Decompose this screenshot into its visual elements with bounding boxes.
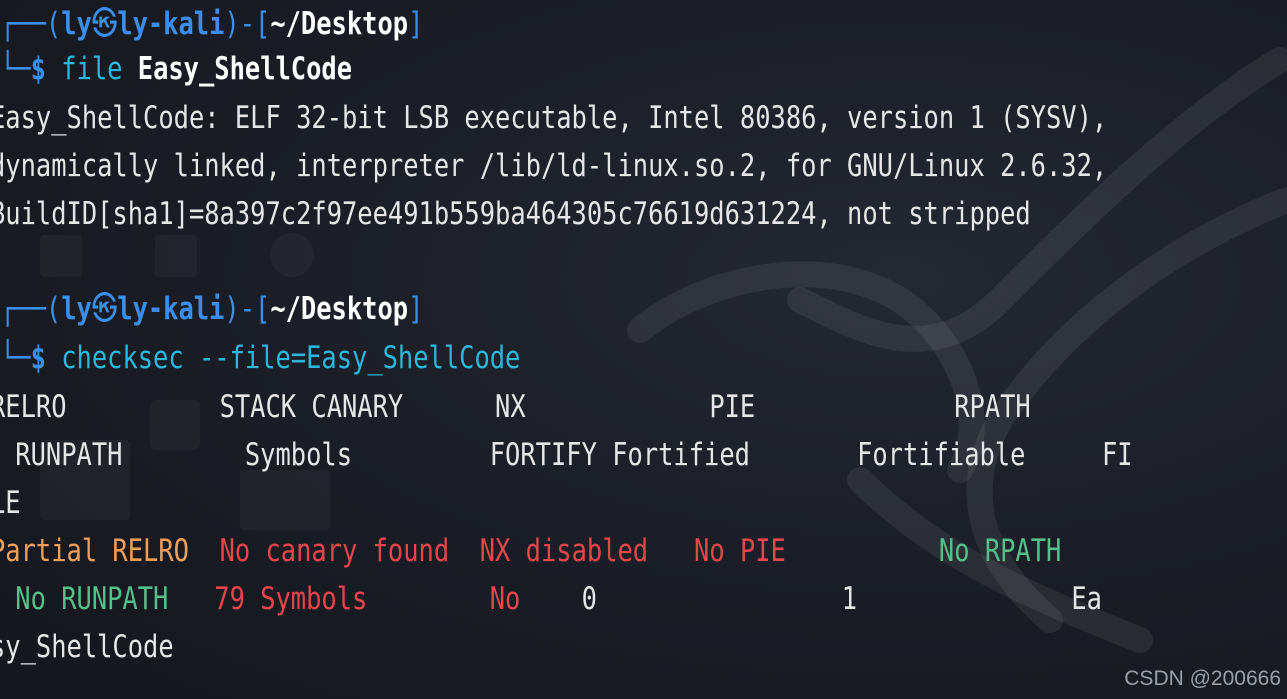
prompt-close-paren: ) — [224, 6, 240, 42]
checksec-values-row-1: Partial RELRO No canary found NX disable… — [0, 527, 1061, 575]
value-relro: Partial RELRO — [0, 533, 189, 569]
prompt-corner-bottom: └─ — [0, 340, 31, 376]
prompt-corner-top: ┌── — [0, 6, 46, 42]
prompt-user: ly — [61, 291, 92, 327]
prompt-dash-bracket: -[ — [239, 291, 271, 327]
header-symbols: Symbols — [244, 437, 353, 473]
checksec-values-row-3: sy_ShellCode — [0, 623, 174, 671]
prompt-host: ly-kali — [117, 6, 225, 42]
command-file-arg: Easy_ShellCode — [137, 51, 353, 87]
value-rpath: No RPATH — [938, 533, 1062, 569]
command-checksec: checksec --file=Easy_ShellCode — [61, 340, 521, 376]
header-rpath: RPATH — [954, 389, 1031, 425]
prompt-corner-bottom: └─ — [0, 51, 31, 87]
prompt-open-paren: ( — [45, 6, 62, 42]
value-file-part2: sy_ShellCode — [0, 629, 174, 665]
value-fortified: 0 — [581, 581, 597, 617]
prompt-bracket-close: ] — [408, 6, 424, 42]
header-fortifiable: Fortifiable — [857, 437, 1026, 473]
prompt-line-2-top: ┌──(ly㉿ly-kali)-[~/Desktop] — [0, 285, 423, 333]
prompt-at-icon: ㉿ — [91, 6, 118, 42]
header-pie: PIE — [709, 389, 756, 425]
file-output-line-3: BuildID[sha1]=8a397c2f97ee491b559ba46430… — [0, 196, 1031, 232]
header-relro: RELRO — [0, 389, 67, 425]
checksec-header-row-2: RUNPATH Symbols FORTIFY Fortified Fortif… — [0, 431, 1133, 479]
value-file-part1: Ea — [1071, 581, 1102, 617]
header-file-part2: LE — [0, 485, 21, 521]
file-output-line-1: Easy_ShellCode: ELF 32-bit LSB executabl… — [0, 100, 1108, 136]
value-runpath: No RUNPATH — [0, 581, 169, 617]
prompt-close-paren: ) — [224, 291, 240, 327]
prompt-dollar: $ — [30, 51, 46, 87]
value-fortify: No — [489, 581, 521, 617]
command-line-2[interactable]: └─$ checksec --file=Easy_ShellCode — [0, 334, 520, 382]
prompt-dollar: $ — [30, 340, 46, 376]
header-fortify: FORTIFY — [489, 437, 597, 473]
header-runpath: RUNPATH — [0, 437, 123, 473]
command-file: file — [61, 51, 123, 87]
value-nx: NX disabled — [479, 533, 649, 569]
csdn-watermark: CSDN @200666 — [1124, 667, 1281, 690]
prompt-path: ~/Desktop — [270, 291, 409, 327]
header-stack-canary: STACK CANARY — [219, 389, 404, 425]
command-line-1[interactable]: └─$ file Easy_ShellCode — [0, 45, 352, 93]
file-output-line-2: dynamically linked, interpreter /lib/ld-… — [0, 148, 1108, 184]
prompt-host: ly-kali — [117, 291, 225, 327]
header-file-part1: FI — [1101, 437, 1133, 473]
header-fortified: Fortified — [612, 437, 750, 473]
value-stack-canary: No canary found — [219, 533, 450, 569]
checksec-header-row-1: RELRO STACK CANARY NX PIE RPATH — [0, 383, 1031, 431]
prompt-at-icon: ㉿ — [91, 291, 118, 327]
prompt-user: ly — [61, 6, 92, 42]
terminal-window[interactable]: ┌──(ly㉿ly-kali)-[~/Desktop] └─$ file Eas… — [0, 0, 1287, 699]
value-symbols: 79 Symbols — [214, 581, 368, 617]
prompt-bracket-close: ] — [408, 291, 424, 327]
checksec-values-row-2: No RUNPATH 79 Symbols No 0 1 Ea — [0, 575, 1102, 623]
prompt-dash-bracket: -[ — [239, 6, 271, 42]
prompt-line-1-top: ┌──(ly㉿ly-kali)-[~/Desktop] — [0, 0, 423, 48]
header-nx: NX — [495, 389, 526, 425]
prompt-path: ~/Desktop — [270, 6, 409, 42]
value-pie: No PIE — [694, 533, 786, 569]
checksec-header-row-3: LE — [0, 479, 21, 527]
prompt-open-paren: ( — [45, 291, 62, 327]
prompt-corner-top: ┌── — [0, 291, 46, 327]
value-fortifiable: 1 — [841, 581, 858, 617]
